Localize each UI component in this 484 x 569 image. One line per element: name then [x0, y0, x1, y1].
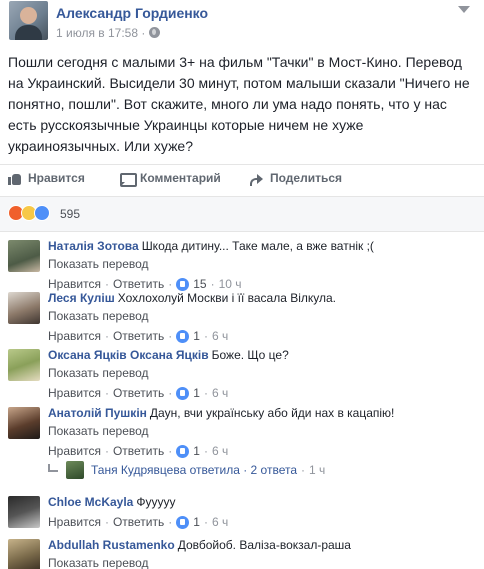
comment-like-count[interactable]: 1 — [193, 385, 200, 401]
share-icon — [250, 172, 264, 186]
commenter-name[interactable]: Леся Куліш — [48, 291, 115, 305]
comment-time[interactable]: 6 ч — [212, 443, 228, 459]
comment-time[interactable]: 6 ч — [212, 328, 228, 344]
comment-text: Шкода дитину... Таке мале, а вже ватнік … — [141, 239, 374, 253]
show-translation-link[interactable]: Показать перевод — [48, 308, 478, 324]
like-count-icon — [176, 277, 190, 291]
replies-row[interactable]: Таня Кудрявцева ответила · 2 ответа · 1 … — [0, 461, 484, 481]
separator-dot: · — [168, 329, 173, 343]
comment-like-count[interactable]: 1 — [193, 514, 200, 530]
comment-meta: Нравится · Ответить · 1 · 6 ч — [48, 385, 478, 401]
like-label: Нравится — [28, 171, 85, 185]
like-count-icon — [176, 444, 190, 458]
comment-icon — [120, 172, 137, 187]
thumb-up-icon — [8, 172, 22, 185]
comment-button[interactable]: Комментарий — [120, 171, 221, 187]
commenter-name[interactable]: Оксана Яцків Оксана Яцків — [48, 348, 209, 362]
like-button[interactable]: Нравится — [8, 171, 85, 185]
like-icon — [34, 205, 50, 221]
comment-like-count[interactable]: 1 — [193, 443, 200, 459]
comment-text: Хохлохолуй Москви і її васала Вілкула. — [117, 291, 337, 305]
commenter-avatar[interactable] — [8, 349, 40, 381]
like-count-icon — [176, 515, 190, 529]
comment-body: Chloe McKayla Фууууу Нравится · Ответить … — [48, 494, 478, 530]
comment-body: Наталія Зотова Шкода дитину... Таке мале,… — [48, 238, 478, 292]
comment-time[interactable]: 6 ч — [212, 385, 228, 401]
reaction-icons[interactable] — [8, 205, 50, 221]
share-button[interactable]: Поделиться — [250, 171, 343, 186]
comment-body: Леся Куліш Хохлохолуй Москви і її васала … — [48, 290, 478, 344]
like-count-icon — [176, 386, 190, 400]
separator-dot: · — [168, 444, 173, 458]
comment-like-link[interactable]: Нравится — [48, 328, 101, 344]
separator-dot: · — [104, 444, 109, 458]
comment-body: Оксана Яцків Оксана Яцків Боже. Що це? По… — [48, 347, 478, 401]
reactions-bar: 595 — [0, 196, 484, 232]
commenter-name[interactable]: Chloe McKayla — [48, 495, 133, 509]
comment-like-link[interactable]: Нравится — [48, 443, 101, 459]
comment-like-link[interactable]: Нравится — [48, 385, 101, 401]
replies-time[interactable]: 1 ч — [309, 463, 325, 477]
commenter-name[interactable]: Abdullah Rustamenko — [48, 538, 175, 552]
comment-text: Боже. Що це? — [211, 348, 289, 362]
post-text: Пошли сегодня с малыми 3+ на фильм "Тачк… — [8, 54, 470, 154]
post-actions-bar: Нравится Комментарий Поделиться — [0, 164, 484, 190]
author-avatar[interactable] — [9, 1, 48, 40]
share-label: Поделиться — [270, 171, 343, 185]
post-header: Александр Гордиенко 1 июля в 17:58 · — [0, 0, 484, 44]
comment-body: Анатолій Пушкін Даун, вчи українську або … — [48, 405, 478, 459]
comment-body: Abdullah Rustamenko Довбойоб. Валіза-вокз… — [48, 537, 478, 569]
comment-meta: Нравится · Ответить · 1 · 6 ч — [48, 328, 478, 344]
comment-reply-link[interactable]: Ответить — [113, 385, 164, 401]
separator-dot: · — [203, 444, 208, 458]
author-name[interactable]: Александр Гордиенко — [56, 5, 208, 21]
show-translation-link[interactable]: Показать перевод — [48, 365, 478, 381]
comment-like-link[interactable]: Нравится — [48, 514, 101, 530]
chevron-down-icon[interactable] — [458, 6, 470, 13]
replies-link[interactable]: Таня Кудрявцева ответила · 2 ответа · 1 … — [48, 461, 325, 479]
comment-text: Даун, вчи українську або йди нах в кацап… — [149, 406, 395, 420]
reaction-count[interactable]: 595 — [60, 207, 80, 221]
globe-icon — [149, 27, 160, 38]
like-count-icon — [176, 329, 190, 343]
post-timestamp[interactable]: 1 июля в 17:58 · — [56, 26, 145, 40]
separator-dot: · — [104, 515, 109, 529]
show-translation-link[interactable]: Показать перевод — [48, 555, 478, 569]
separator-dot: · — [203, 329, 208, 343]
comment-reply-link[interactable]: Ответить — [113, 514, 164, 530]
timestamp-dot: · — [141, 26, 146, 40]
comment-text: Фууууу — [136, 495, 176, 509]
show-translation-link[interactable]: Показать перевод — [48, 423, 478, 439]
replier-avatar — [66, 461, 84, 479]
comment-label: Комментарий — [140, 171, 221, 185]
comment-time[interactable]: 6 ч — [212, 514, 228, 530]
separator-dot: · — [168, 515, 173, 529]
comment-reply-link[interactable]: Ответить — [113, 443, 164, 459]
commenter-name[interactable]: Наталія Зотова — [48, 239, 139, 253]
timestamp-text[interactable]: 1 июля в 17:58 — [56, 26, 138, 40]
separator-dot: · — [104, 329, 109, 343]
comment-meta: Нравится · Ответить · 1 · 6 ч — [48, 443, 478, 459]
separator-dot: · — [104, 386, 109, 400]
comment-text: Довбойоб. Валіза-вокзал-раша — [177, 538, 351, 552]
replies-text[interactable]: Таня Кудрявцева ответила · 2 ответа — [91, 463, 297, 477]
separator-dot: · — [203, 515, 208, 529]
commenter-avatar[interactable] — [8, 292, 40, 324]
separator-dot: · — [301, 463, 306, 477]
comment-like-count[interactable]: 1 — [193, 328, 200, 344]
comment-meta: Нравится · Ответить · 1 · 6 ч — [48, 514, 478, 530]
commenter-avatar[interactable] — [8, 496, 40, 528]
commenter-name[interactable]: Анатолій Пушкін — [48, 406, 147, 420]
commenter-avatar[interactable] — [8, 539, 40, 569]
commenter-avatar[interactable] — [8, 240, 40, 272]
separator-dot: · — [168, 386, 173, 400]
separator-dot: · — [203, 386, 208, 400]
reply-arrow-icon — [48, 464, 58, 472]
commenter-avatar[interactable] — [8, 407, 40, 439]
comment-reply-link[interactable]: Ответить — [113, 328, 164, 344]
show-translation-link[interactable]: Показать перевод — [48, 256, 478, 272]
